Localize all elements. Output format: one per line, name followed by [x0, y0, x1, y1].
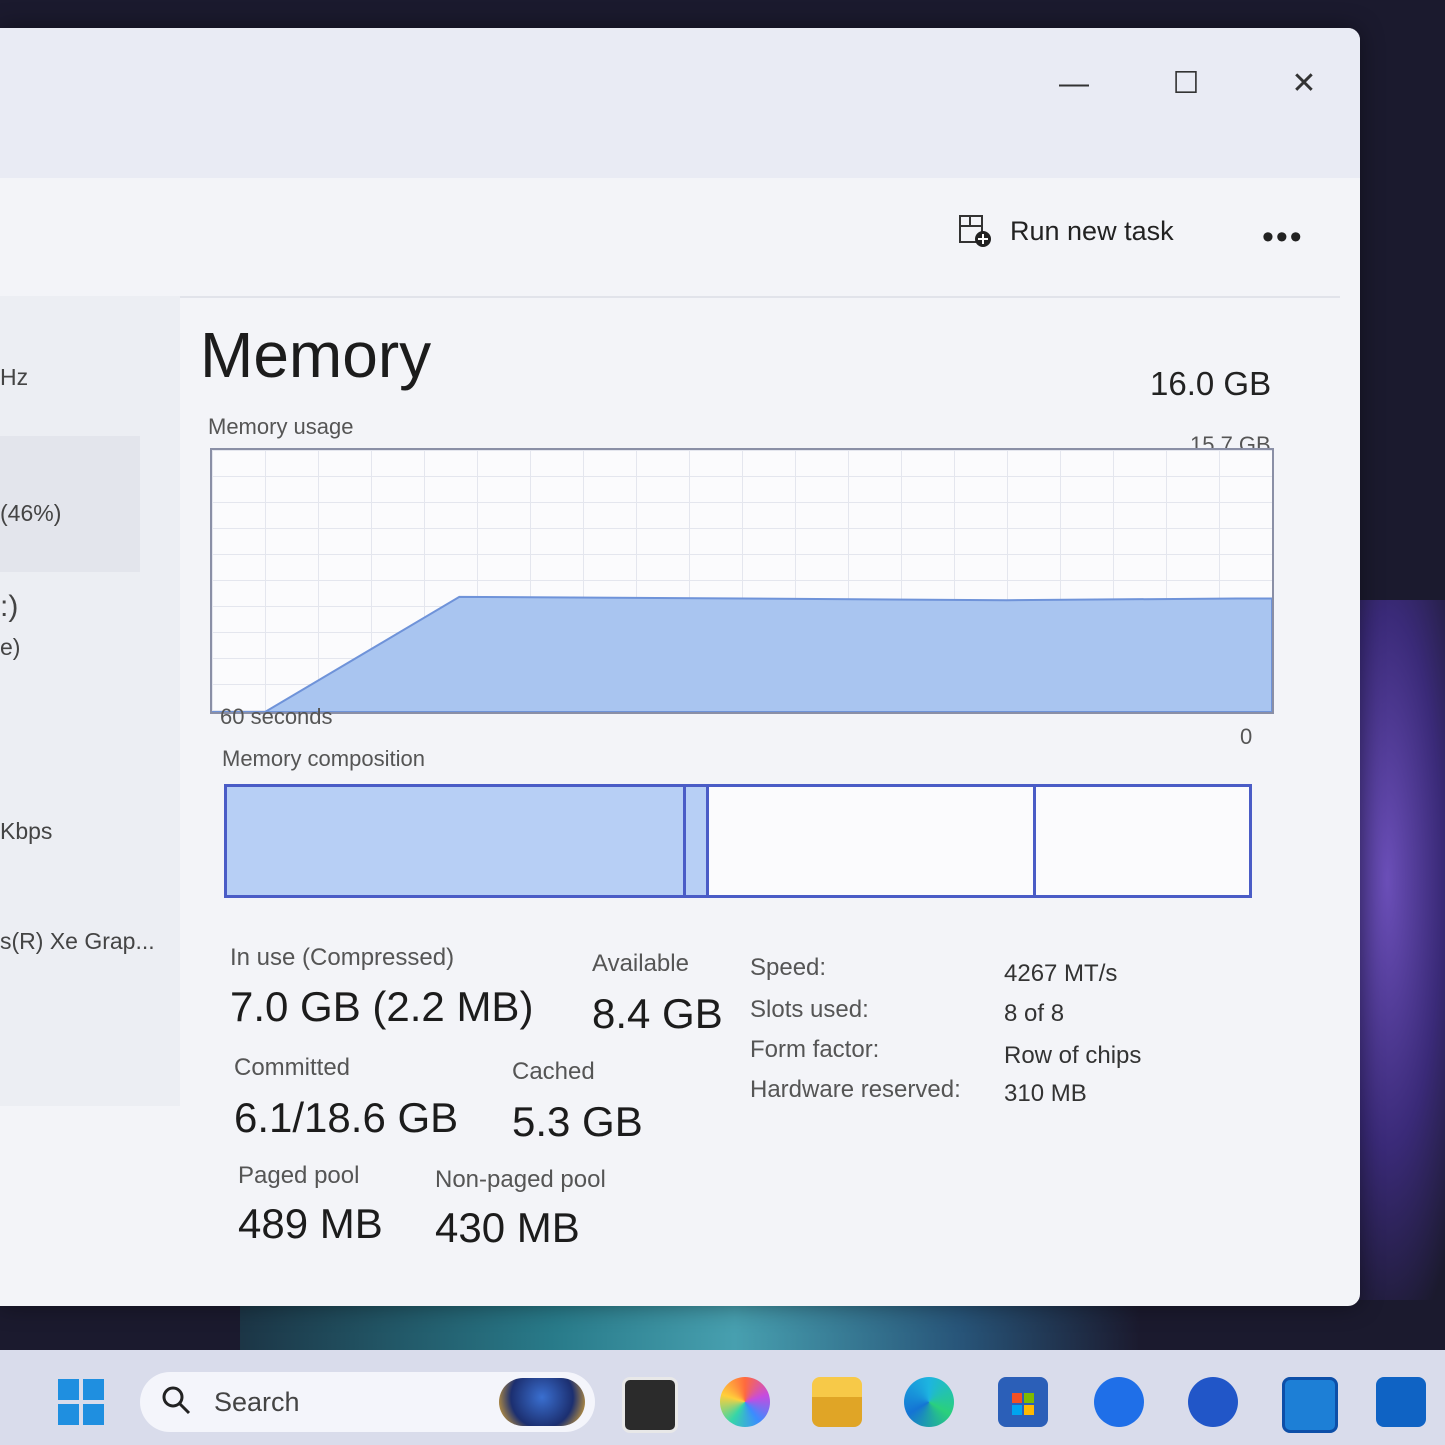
committed-value: 6.1/18.6 GB: [234, 1094, 459, 1141]
speed-label: Speed:: [750, 954, 827, 981]
form-factor-value: Row of chips: [1004, 1042, 1142, 1069]
taskbar-search[interactable]: Search: [140, 1372, 595, 1432]
minimize-button[interactable]: —: [1054, 66, 1094, 102]
edge-browser-icon[interactable]: [904, 1377, 954, 1427]
sidebar-item-disk-sub: e): [0, 634, 21, 660]
taskbar: Search: [0, 1350, 1445, 1445]
slots-label: Slots used:: [750, 996, 869, 1023]
run-task-icon: [958, 214, 992, 248]
in-use-value: 7.0 GB (2.2 MB): [230, 983, 534, 1030]
search-highlight-icon: [499, 1378, 585, 1426]
sync-app-icon[interactable]: [1188, 1377, 1238, 1427]
speed-value: 4267 MT/s: [1004, 960, 1118, 987]
composition-standby: [709, 787, 1037, 895]
cached-value: 5.3 GB: [512, 1098, 643, 1145]
non-paged-pool-label: Non-paged pool: [435, 1166, 606, 1193]
cached-label: Cached: [512, 1058, 595, 1085]
available-value: 8.4 GB: [592, 990, 723, 1037]
available-label: Available: [592, 950, 689, 977]
sidebar-item-memory[interactable]: (46%): [0, 500, 61, 527]
composition-free: [1036, 787, 1249, 895]
run-new-task-button[interactable]: Run new task: [958, 214, 1174, 248]
form-factor-label: Form factor:: [750, 1036, 880, 1063]
composition-in-use: [227, 787, 686, 895]
memory-usage-graph: [210, 448, 1274, 714]
sidebar-item-gpu[interactable]: s(R) Xe Grap...: [0, 928, 155, 955]
total-memory: 16.0 GB: [1150, 365, 1272, 402]
close-button[interactable]: ✕: [1284, 66, 1324, 102]
memory-composition-label: Memory composition: [222, 746, 425, 771]
search-icon: [160, 1384, 192, 1421]
committed-label: Committed: [234, 1054, 351, 1081]
file-explorer-icon[interactable]: [812, 1377, 862, 1427]
in-use-label: In use (Compressed): [230, 944, 455, 971]
sidebar-item-cpu[interactable]: Hz: [0, 364, 28, 391]
hardware-reserved-value: 310 MB: [1004, 1080, 1087, 1107]
cortana-app-icon[interactable]: [1282, 1377, 1338, 1433]
paged-pool-value: 489 MB: [238, 1200, 383, 1247]
memory-usage-chart: [212, 595, 1272, 712]
more-options-button[interactable]: •••: [1262, 218, 1304, 257]
search-placeholder: Search: [214, 1386, 300, 1417]
store-icon[interactable]: [998, 1377, 1048, 1427]
hardware-reserved-label: Hardware reserved:: [750, 1076, 961, 1103]
copilot-icon[interactable]: [720, 1377, 770, 1427]
memory-usage-area: [212, 595, 1272, 712]
non-paged-pool-value: 430 MB: [435, 1204, 580, 1251]
start-button[interactable]: [56, 1377, 106, 1427]
slots-value: 8 of 8: [1004, 1000, 1065, 1027]
run-new-task-label: Run new task: [1010, 215, 1174, 246]
task-view-icon[interactable]: [622, 1377, 678, 1433]
memory-usage-label: Memory usage: [208, 414, 354, 439]
memory-composition-bar: [224, 784, 1252, 898]
paged-pool-label: Paged pool: [238, 1162, 360, 1189]
support-app-icon[interactable]: [1094, 1377, 1144, 1427]
outlook-icon[interactable]: [1376, 1377, 1426, 1427]
maximize-button[interactable]: ☐: [1166, 66, 1206, 102]
graph-time-label: 60 seconds: [220, 704, 333, 729]
title-bar: [0, 28, 1360, 178]
composition-modified: [685, 787, 710, 895]
sidebar: [0, 296, 180, 1106]
page-title: Memory: [200, 319, 432, 391]
windows-logo-icon: [58, 1379, 104, 1425]
sidebar-item-disk[interactable]: :): [0, 590, 18, 624]
sidebar-item-network[interactable]: Kbps: [0, 818, 52, 845]
graph-zero-label: 0: [1240, 724, 1253, 749]
task-manager-window: — ☐ ✕ Run new task ••• Hz (46%) :) e) Kb…: [0, 28, 1360, 1306]
